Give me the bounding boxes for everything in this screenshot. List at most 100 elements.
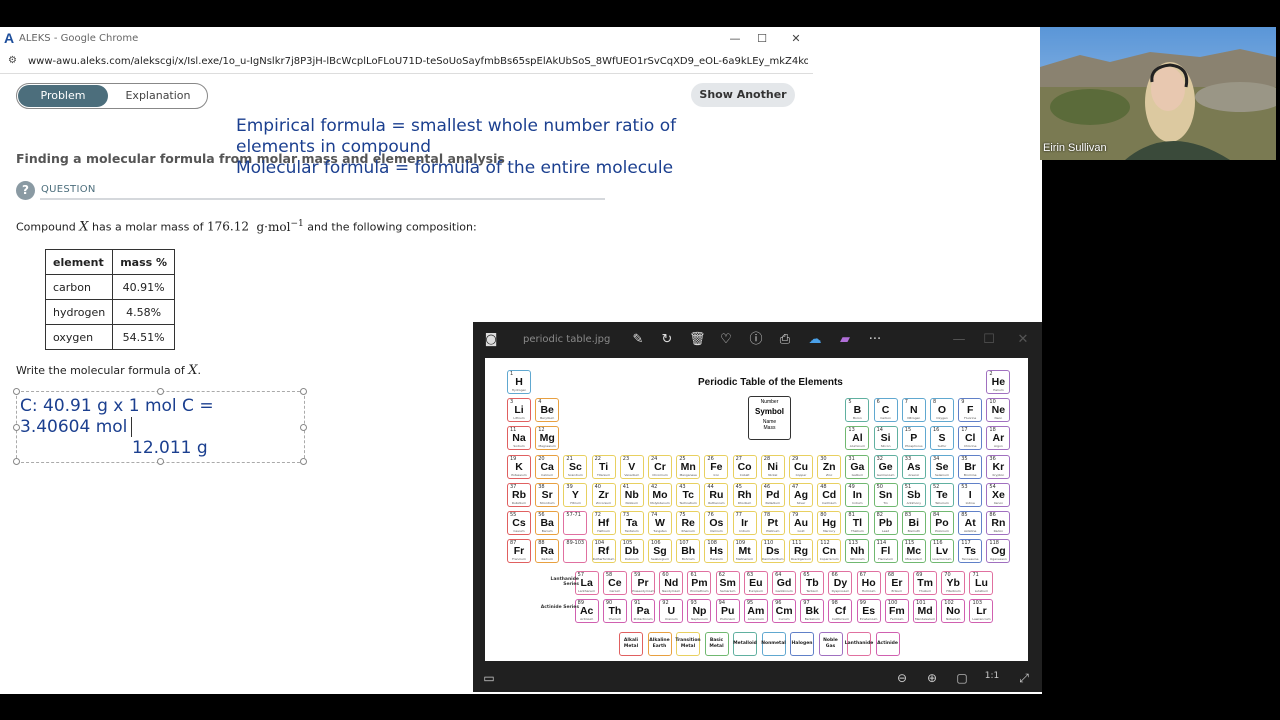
element-cell: 45 Rh Rhodium: [732, 482, 757, 507]
header-element: element: [44, 249, 114, 275]
element-name: Holmium: [861, 589, 876, 593]
element-symbol: Cn: [822, 545, 837, 558]
maximize-icon[interactable]: ☐: [755, 32, 769, 46]
element-name: Barium: [541, 529, 553, 533]
rotate-icon[interactable]: ↻: [659, 332, 675, 348]
title-bar[interactable]: A ALEKS - Google Chrome — ☐ ✕: [0, 27, 813, 51]
element-cell: 80 Hg Mercury: [817, 511, 842, 535]
resize-handle[interactable]: [300, 424, 307, 431]
element-cell: 2 He Helium: [986, 370, 1011, 394]
webcam-image: [1040, 27, 1276, 160]
molar-mass-exponent: −1: [290, 219, 304, 229]
element-cell: 43 Tc Technetium: [676, 482, 701, 507]
delete-icon[interactable]: 🗑: [689, 332, 706, 348]
viewer-toolbar: ◙ periodic table.jpg ✎ ↻ 🗑 ♡ ⓘ ⎙ ☁ ▰ ···…: [473, 322, 1042, 358]
resize-handle[interactable]: [13, 388, 20, 395]
resize-handle[interactable]: [13, 458, 20, 465]
resize-handle[interactable]: [157, 458, 164, 465]
info-icon[interactable]: ⓘ: [748, 332, 764, 348]
element-symbol: Fr: [513, 545, 525, 558]
element-cell: 7 N Nitrogen: [901, 398, 926, 423]
resize-handle[interactable]: [13, 424, 20, 431]
resize-handle[interactable]: [300, 458, 307, 465]
legend-item: Transition Metal: [675, 632, 701, 656]
element-cell: 42 Mo Molybdenum: [648, 482, 672, 507]
close-icon[interactable]: ✕: [1015, 332, 1031, 348]
show-another-button[interactable]: Show Another: [691, 83, 795, 107]
element-cell: 10 Ne Neon: [986, 398, 1011, 423]
url-text[interactable]: www-awu.aleks.com/alekscgi/x/Isl.exe/1o_…: [28, 56, 808, 67]
molar-mass-unit: g·mol: [256, 219, 291, 234]
print-icon[interactable]: ⎙: [777, 332, 793, 348]
element-symbol: Xe: [991, 488, 1005, 501]
element-cell: 28 Ni Nickel: [760, 454, 785, 479]
resize-handle[interactable]: [157, 388, 164, 395]
element-cell: 12 Mg Magnesium: [535, 426, 560, 451]
element-symbol: Cd: [822, 488, 837, 501]
element-symbol: Ta: [626, 517, 638, 529]
element-cell: 110 Ds Darmstadtium: [760, 539, 785, 564]
prompt-mid: has a molar mass of: [92, 220, 204, 234]
answer-line-1: C: 40.91 g x 1 mol C =: [20, 396, 214, 416]
favorite-icon[interactable]: ♡: [718, 332, 734, 348]
element-symbol: Pa: [636, 605, 650, 617]
element-symbol: Ag: [794, 488, 808, 501]
element-name: Technetium: [679, 500, 697, 505]
minimize-icon[interactable]: —: [728, 32, 742, 46]
element-name: Gold: [797, 529, 805, 533]
fit-to-window-icon[interactable]: ▢: [954, 671, 970, 685]
element-cell: 98 Cf Californium: [828, 599, 853, 623]
answer-text[interactable]: C: 40.91 g x 1 mol C = 3.40604 mol 12.01…: [20, 396, 214, 459]
fullscreen-icon[interactable]: ⤢: [1016, 671, 1032, 686]
problem-tabs: Problem Explanation: [16, 83, 208, 109]
element-cell: 3 Li Lithium: [507, 398, 531, 423]
close-icon[interactable]: ✕: [789, 32, 803, 46]
element-cell: 25 Mn Manganese: [676, 454, 701, 479]
element-cell: 49 In Indium: [845, 482, 870, 507]
element-cell: 83 Bi Bismuth: [901, 511, 926, 535]
element-symbol: Er: [891, 577, 903, 589]
element-symbol: Os: [709, 517, 724, 529]
element-cell: 76 Os Osmium: [704, 511, 729, 535]
site-settings-icon[interactable]: ⚙: [8, 55, 17, 66]
legend-item: Alkaline Earth: [647, 632, 672, 656]
resize-handle[interactable]: [300, 388, 307, 395]
element-cell: 41 Nb Niobium: [619, 482, 644, 507]
element-cell: 90 Th Thorium: [602, 599, 627, 623]
element-symbol: Cf: [834, 605, 847, 617]
maximize-icon[interactable]: ☐: [981, 332, 997, 348]
actual-size-icon[interactable]: 1:1: [984, 671, 1000, 681]
zoom-out-icon[interactable]: ⊖: [894, 671, 910, 685]
tab-problem[interactable]: Problem: [18, 85, 108, 107]
element-name: Scandium: [567, 472, 583, 477]
element-cell: 95 Am Americium: [743, 599, 768, 623]
element-name: Livermorium: [932, 557, 952, 562]
element-cell: 50 Sn Tin: [873, 482, 898, 507]
element-cell: 75 Re Rhenium: [676, 511, 701, 535]
minimize-icon[interactable]: —: [951, 332, 967, 348]
more-icon[interactable]: ···: [867, 332, 883, 348]
element-symbol: Hg: [822, 517, 837, 529]
element-name: Rubidium: [511, 500, 527, 505]
answer-text-box[interactable]: C: 40.91 g x 1 mol C = 3.40604 mol 12.01…: [13, 388, 307, 465]
element-symbol: Fe: [710, 460, 723, 473]
element-symbol: Sb: [907, 488, 921, 501]
element-name: Zinc: [825, 472, 833, 477]
annotation-line-3: Molecular formula = formula of the entir…: [236, 158, 674, 178]
edit-icon[interactable]: ✎: [630, 332, 646, 348]
element-cell: 60 Nd Neodymium: [659, 571, 684, 595]
element-name: Californium: [831, 617, 850, 621]
clipchamp-icon[interactable]: ▰: [837, 332, 853, 348]
element-symbol: O: [937, 404, 947, 417]
address-bar[interactable]: ⚙ www-awu.aleks.com/alekscgi/x/Isl.exe/1…: [0, 51, 813, 74]
filmstrip-icon[interactable]: ▭: [481, 671, 497, 685]
element-symbol: Bk: [805, 605, 819, 617]
cell-element: hydrogen: [44, 299, 114, 325]
element-cell: 94 Pu Plutonium: [715, 599, 740, 623]
tab-explanation[interactable]: Explanation: [113, 85, 203, 107]
element-symbol: In: [852, 488, 863, 501]
zoom-in-icon[interactable]: ⊕: [924, 671, 940, 685]
onedrive-icon[interactable]: ☁: [807, 332, 823, 348]
element-symbol: Kr: [992, 460, 1005, 473]
element-symbol: Mc: [906, 545, 922, 558]
